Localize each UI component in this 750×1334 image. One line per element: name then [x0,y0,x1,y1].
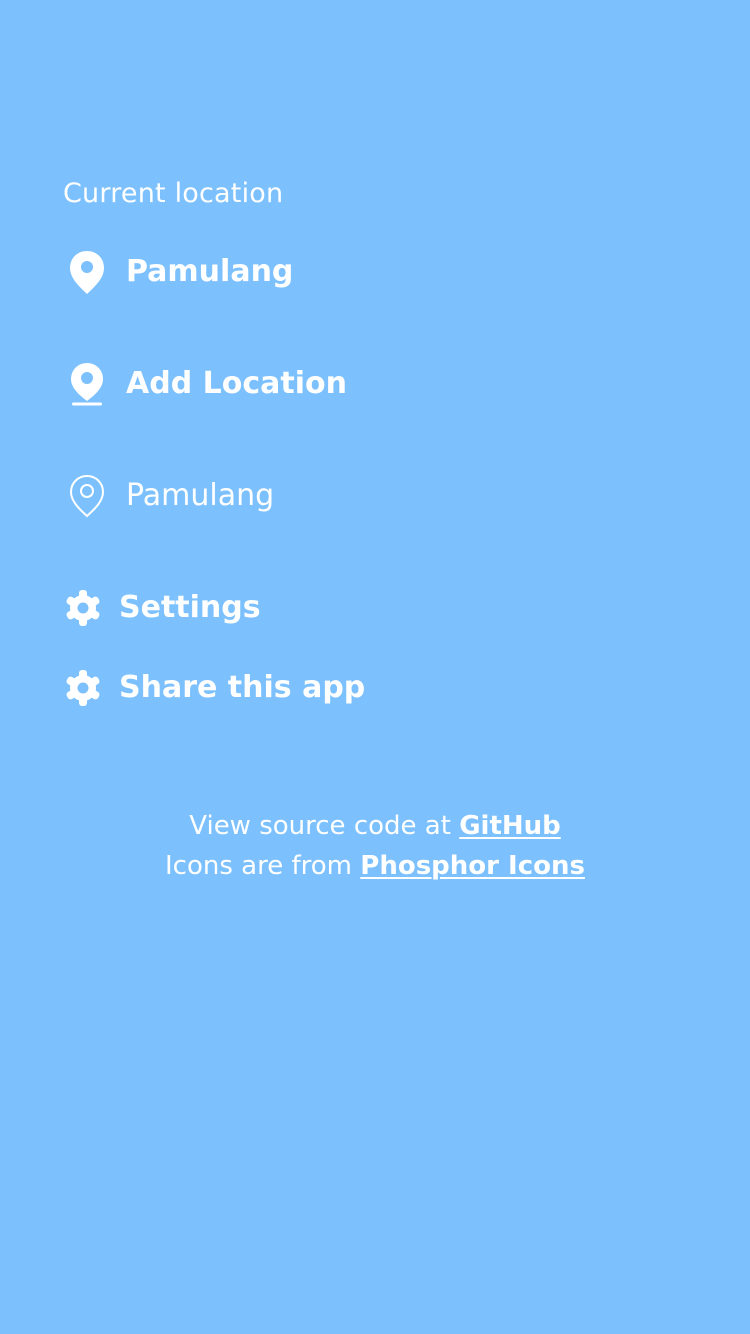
icons-credit-text: Icons are from [165,851,361,881]
gear-icon [63,668,103,708]
map-pin-line-fill-icon [66,360,108,408]
saved-location-item[interactable]: Pamulang [66,472,274,520]
map-pin-fill-icon [66,248,108,296]
current-location-label: Pamulang [126,254,294,289]
map-pin-outline-icon [66,472,108,520]
phosphor-icons-link[interactable]: Phosphor Icons [360,851,585,881]
footer-credits: View source code at GitHub Icons are fro… [0,806,750,886]
current-location-item[interactable]: Pamulang [66,248,293,296]
share-app-label: Share this app [119,670,366,705]
add-location-button[interactable]: Add Location [66,360,347,408]
settings-button[interactable]: Settings [63,584,261,632]
current-location-heading: Current location [63,178,284,209]
source-code-text: View source code at [189,811,460,841]
saved-location-label: Pamulang [126,478,275,513]
icons-credit-line: Icons are from Phosphor Icons [0,846,750,886]
side-menu: Current location Pamulang Add Location P… [0,0,750,1334]
add-location-label: Add Location [126,366,347,401]
settings-label: Settings [119,590,261,625]
source-code-line: View source code at GitHub [0,806,750,846]
share-app-button[interactable]: Share this app [63,664,365,712]
gear-icon [63,588,103,628]
github-link[interactable]: GitHub [459,811,561,841]
